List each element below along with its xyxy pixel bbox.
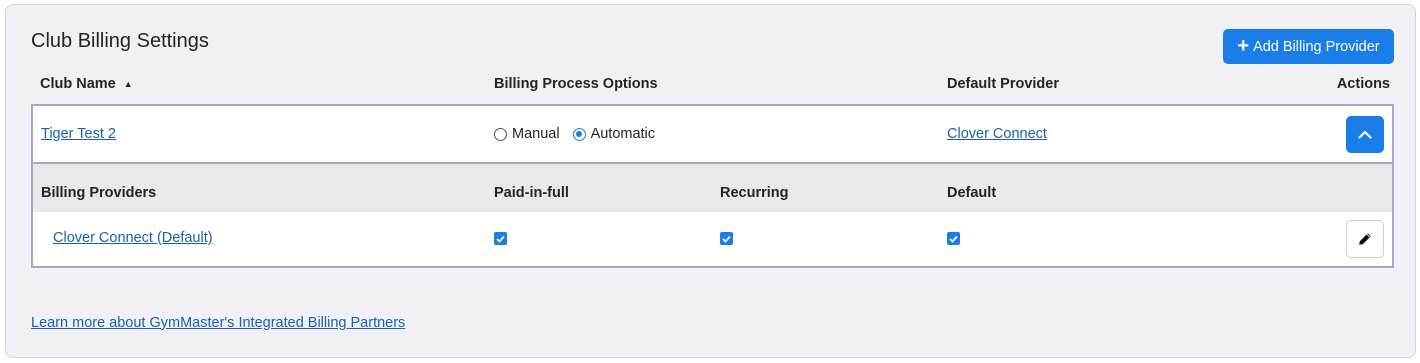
billing-providers-header: Billing Providers	[41, 185, 157, 201]
check-icon	[722, 235, 731, 243]
collapse-button[interactable]	[1346, 116, 1384, 153]
paid-in-full-header: Paid-in-full	[494, 185, 569, 201]
club-table: Tiger Test 2 Manual Automatic Clover Con…	[31, 104, 1394, 268]
column-header-club-name[interactable]: Club Name ▲	[40, 76, 133, 92]
column-header-actions: Actions	[1336, 76, 1390, 92]
club-billing-settings-panel: Club Billing Settings + Add Billing Prov…	[5, 4, 1416, 358]
paid-in-full-checkbox[interactable]	[494, 232, 507, 245]
pencil-icon	[1359, 233, 1371, 245]
learn-more-link[interactable]: Learn more about GymMaster's Integrated …	[31, 315, 405, 331]
column-header-default-provider: Default Provider	[947, 76, 1059, 92]
add-billing-provider-button[interactable]: + Add Billing Provider	[1223, 29, 1394, 64]
manual-radio[interactable]	[494, 127, 507, 141]
table-row: Tiger Test 2 Manual Automatic Clover Con…	[33, 106, 1392, 164]
plus-icon: +	[1237, 34, 1250, 57]
chevron-up-icon	[1358, 130, 1372, 139]
check-icon	[949, 235, 958, 243]
club-name-link[interactable]: Tiger Test 2	[41, 126, 116, 142]
automatic-radio-label[interactable]: Automatic	[591, 126, 655, 142]
sort-ascending-icon[interactable]: ▲	[124, 79, 133, 89]
default-header: Default	[947, 185, 997, 201]
table-header: Club Name ▲ Billing Process Options Defau…	[31, 73, 1393, 105]
check-icon	[496, 235, 505, 243]
recurring-checkbox[interactable]	[720, 232, 733, 245]
provider-name-link[interactable]: Clover Connect (Default)	[53, 230, 213, 246]
page-title: Club Billing Settings	[31, 30, 209, 52]
providers-subheader: Billing Providers Paid-in-full Recurring…	[33, 164, 1392, 212]
manual-radio-label[interactable]: Manual	[512, 126, 560, 142]
automatic-radio[interactable]	[572, 127, 586, 141]
recurring-header: Recurring	[720, 185, 789, 201]
club-name-header-label: Club Name	[40, 76, 116, 92]
billing-process-options: Manual Automatic	[494, 126, 668, 142]
add-billing-provider-label: Add Billing Provider	[1253, 38, 1380, 55]
list-item: Clover Connect (Default)	[33, 212, 1392, 268]
default-provider-link[interactable]: Clover Connect	[947, 126, 1047, 142]
edit-provider-button[interactable]	[1346, 220, 1384, 258]
default-checkbox[interactable]	[947, 232, 960, 245]
column-header-billing-process: Billing Process Options	[494, 76, 658, 92]
